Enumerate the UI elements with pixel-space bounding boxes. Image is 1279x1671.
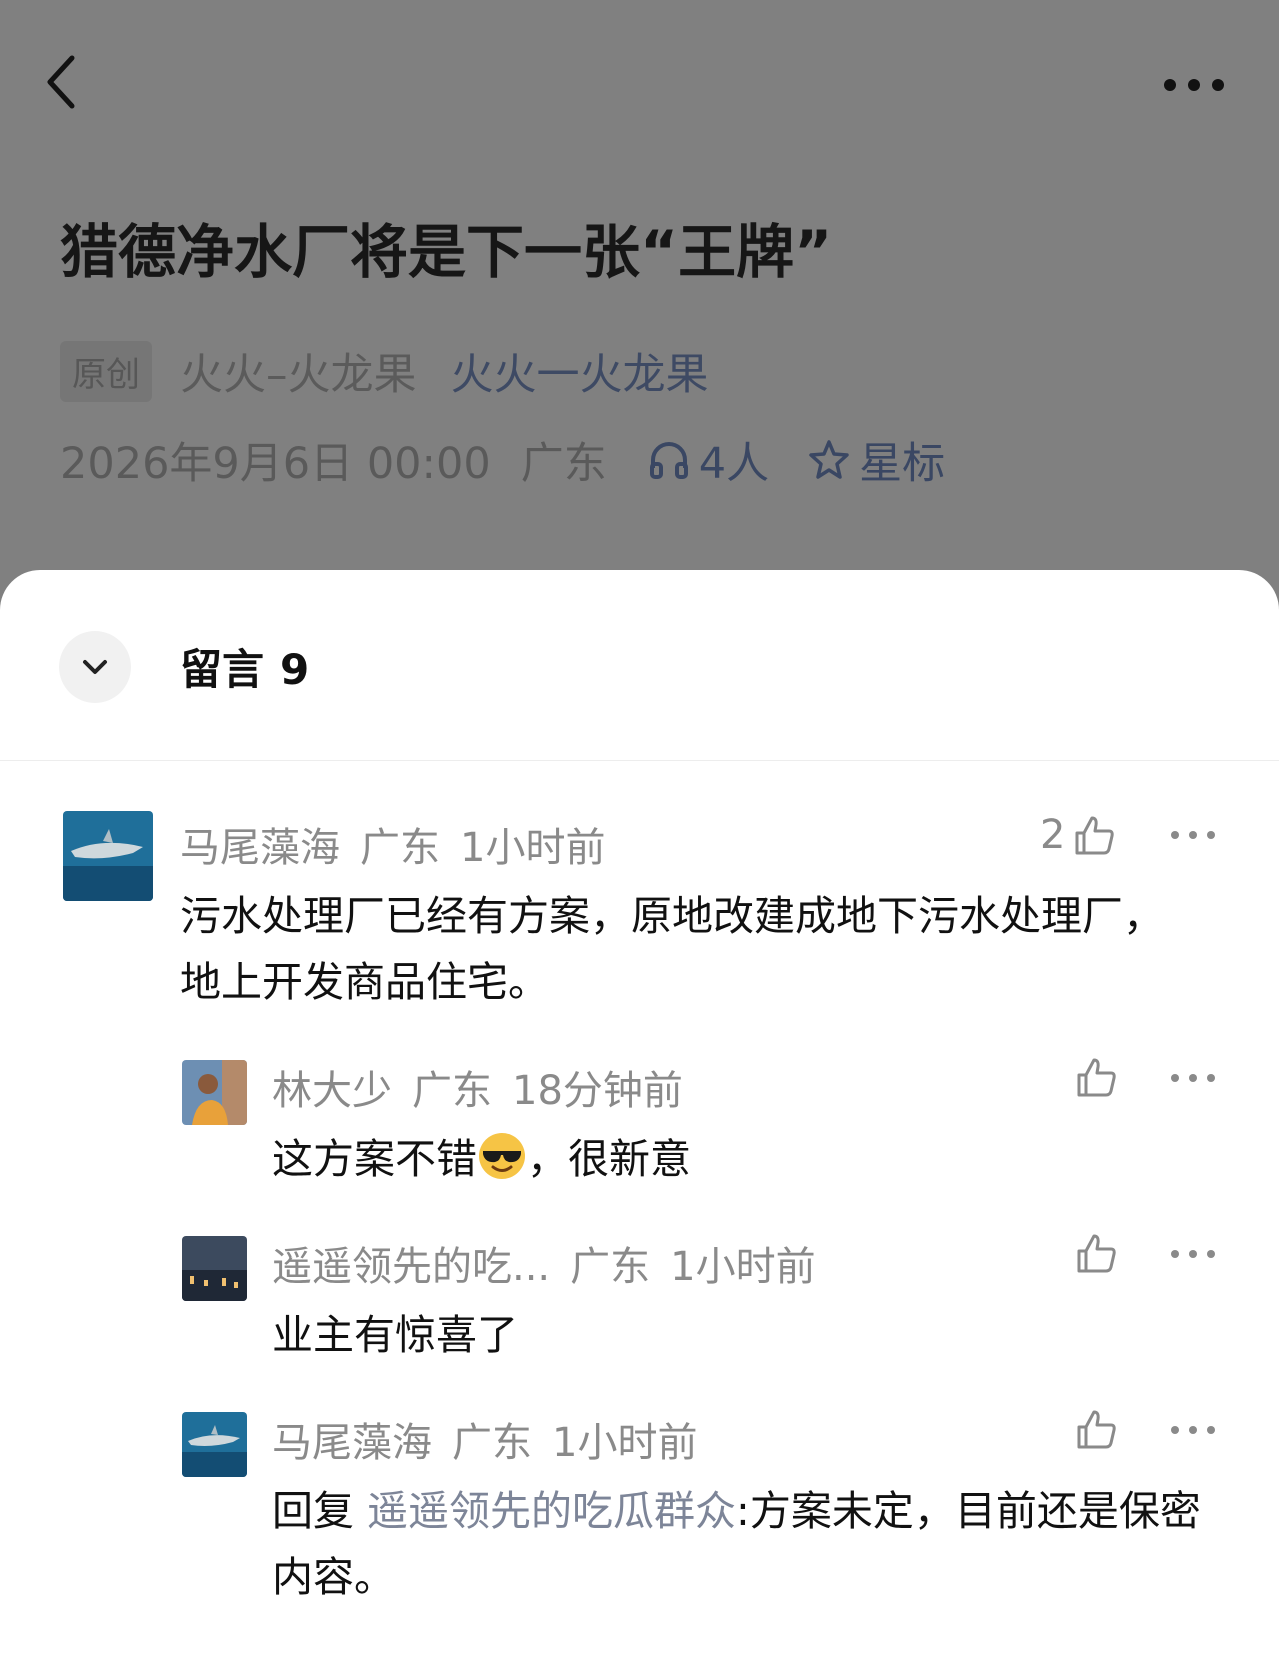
reply-text: 回复 遥遥领先的吃瓜群众:方案未定，目前还是保密内容。 [272,1487,1201,1601]
more-options-button[interactable] [1160,60,1230,110]
shark-avatar-image [182,1412,247,1477]
reply-more-button[interactable] [1168,1239,1218,1269]
reply-header: 林大少 广东 18分钟前 [272,1058,683,1116]
reply-location: 广东 [570,1244,651,1290]
article-title: 猎德净水厂将是下一张“王牌” [60,218,833,286]
reply-time: 1小时前 [670,1244,816,1290]
avatar[interactable] [182,1236,247,1301]
chevron-down-icon [83,660,107,674]
back-button[interactable] [40,50,90,120]
like-button[interactable] [1075,1231,1119,1275]
comments-header: 留言 9 [0,570,1279,761]
more-dots-icon [1171,1074,1215,1082]
reply-username[interactable]: 林大少 [272,1068,392,1114]
like-button[interactable]: 2 [1040,812,1117,858]
comment-username[interactable]: 马尾藻海 [180,825,340,871]
original-tag: 原创 [60,340,152,402]
comments-count: 9 [280,645,310,694]
comments-title: 留言 9 [180,645,310,694]
shark-avatar-image [63,811,153,901]
person-avatar-image [182,1060,247,1125]
more-dots-icon [1171,1250,1215,1258]
more-dots-icon [1171,831,1215,839]
reply-more-button[interactable] [1168,1063,1218,1093]
reply-text: 业主有惊喜了 [272,1311,518,1359]
reply-location: 广东 [412,1068,492,1114]
thumbs-up-icon [1077,1234,1116,1273]
publish-datetime: 2026年9月6日 00:00 [60,439,491,489]
comment-more-button[interactable] [1168,820,1218,850]
headphones-icon [649,442,688,479]
reply-more-button[interactable] [1168,1415,1218,1445]
reply-username[interactable]: 马尾藻海 [272,1420,432,1466]
reply-header: 马尾藻海 广东 1小时前 [272,1410,697,1468]
thumbs-up-icon [1077,1410,1116,1449]
reply-username[interactable]: 遥遥领先的吃... [272,1244,550,1290]
author-name: 火火–火龙果 [180,350,417,400]
more-dots-icon [1164,79,1224,91]
avatar[interactable] [182,1060,247,1125]
chevron-left-icon [47,55,75,109]
like-count: 2 [1040,812,1066,858]
comment-header: 马尾藻海 广东 1小时前 [180,815,605,873]
like-button[interactable] [1075,1407,1119,1451]
reply-time: 1小时前 [552,1420,698,1466]
thumbs-up-icon [1075,816,1115,855]
city-avatar-image [182,1236,247,1301]
account-link[interactable]: 火火一火龙果 [451,340,709,402]
reply-time: 18分钟前 [512,1068,683,1114]
like-button[interactable] [1075,1055,1119,1099]
reply-to-username[interactable]: 遥遥领先的吃瓜群众 [367,1487,736,1535]
reply-text: 这方案不错 ，很新意 [272,1126,1172,1192]
article-byline: 原创 火火–火龙果 火火一火龙果 [60,340,709,402]
listeners-count: 4人 [647,429,769,491]
comment-time: 1小时前 [460,825,606,871]
comment-text: 污水处理厂已经有方案，原地改建成地下污水处理厂，地上开发商品住宅。 [180,892,1164,1006]
star-icon [809,440,849,479]
collapse-button[interactable] [59,631,131,703]
star-button[interactable]: 星标 [807,429,945,491]
comments-sheet: 留言 9 马尾藻海 广东 1小时前 2 污水处理厂已经有方案，原地改建成地下污水处理厂… [0,570,1279,1671]
thumbs-up-icon [1077,1058,1116,1097]
avatar[interactable] [182,1412,247,1477]
reply-header: 遥遥领先的吃... 广东 1小时前 [272,1234,816,1292]
comment-location: 广东 [360,825,440,871]
article-meta: 2026年9月6日 00:00 广东 4人 星标 [60,428,945,492]
avatar[interactable] [63,811,153,901]
more-dots-icon [1171,1426,1215,1434]
sunglasses-emoji-icon [479,1133,525,1179]
publish-location: 广东 [520,439,607,489]
reply-prefix: 回复 [272,1487,354,1535]
reply-location: 广东 [452,1420,532,1466]
top-bar [0,0,1279,170]
